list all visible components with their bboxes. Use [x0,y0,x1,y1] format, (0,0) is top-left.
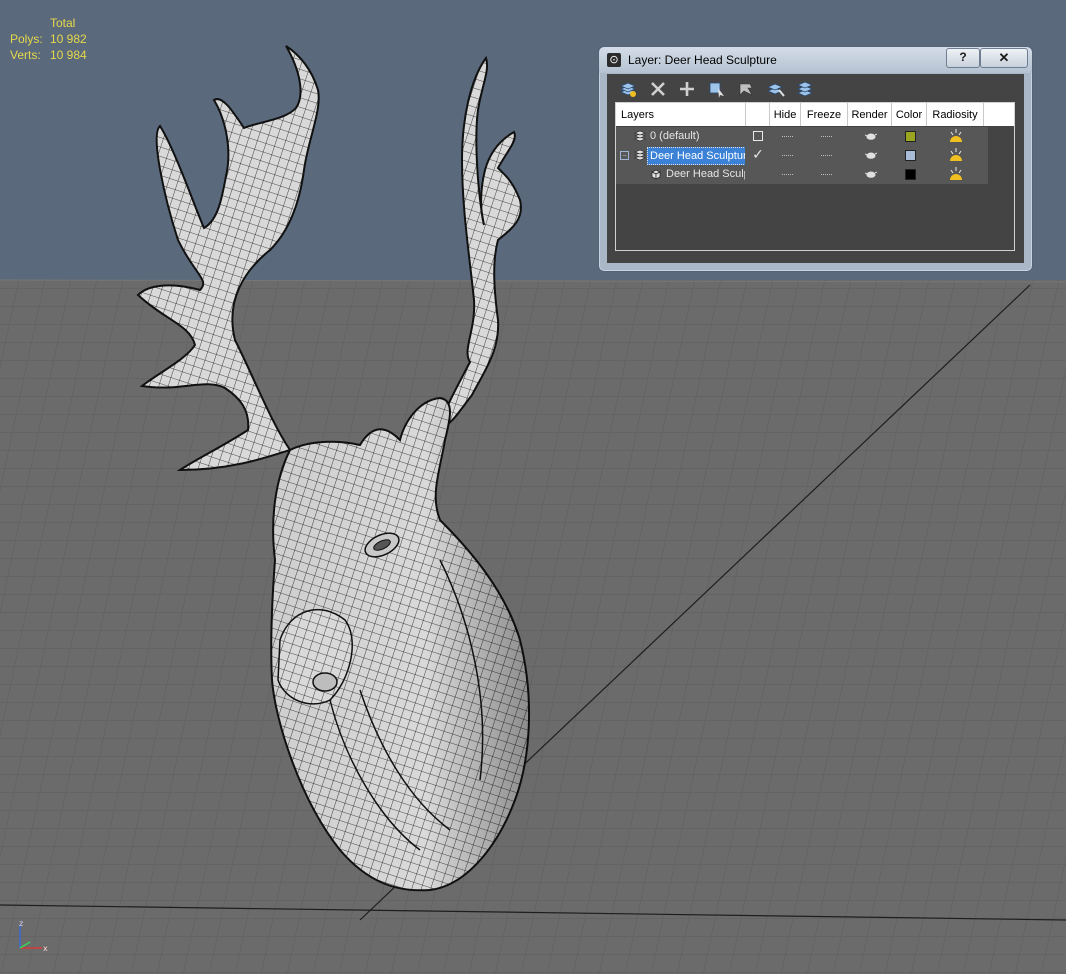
layer-list[interactable]: Layers Hide Freeze Render Color Radiosit… [615,102,1015,251]
column-radiosity[interactable]: Radiosity [927,103,984,126]
column-render[interactable]: Render [848,103,892,126]
layer-dialog[interactable]: ⊙ Layer: Deer Head Sculpture ? ✕ Layers … [598,46,1033,272]
column-color[interactable]: Color [892,103,927,126]
current-layer-check: ✓ [752,147,764,163]
sun-icon [950,148,962,161]
axis-tripod-icon: z x [19,919,48,953]
layer-toolbar [617,78,824,100]
layer-list-header: Layers Hide Freeze Render Color Radiosit… [616,103,1014,126]
dialog-body: Layers Hide Freeze Render Color Radiosit… [607,74,1024,263]
render-toggle[interactable] [849,127,893,146]
app-logo-icon: ⊙ [607,53,621,67]
sun-icon [950,129,962,142]
column-current[interactable] [746,103,770,126]
freeze-toggle[interactable] [802,146,849,165]
axis-z-label: z [19,919,23,928]
column-filler [984,103,1014,126]
freeze-all-icon[interactable] [765,78,787,100]
layer-name[interactable]: 0 (default) [650,127,700,145]
layer-row[interactable]: − Deer Head Sculptur ✓ [616,146,988,165]
teapot-icon [865,171,877,178]
close-button[interactable]: ✕ [980,48,1028,68]
polys-value: 10 982 [50,32,87,46]
freeze-toggle[interactable] [802,165,849,184]
hide-toggle[interactable] [771,146,802,165]
radiosity-toggle[interactable] [928,127,985,146]
color-swatch-2 [905,169,916,180]
verts-label: Verts: [10,48,41,62]
teapot-icon [865,152,877,159]
color-swatch-0 [905,131,916,142]
current-layer-toggle[interactable] [746,165,770,184]
layer-checkbox-icon [753,131,763,141]
help-button[interactable]: ? [946,48,980,68]
layer-color-swatch[interactable] [893,146,928,165]
dialog-titlebar[interactable]: ⊙ Layer: Deer Head Sculpture ? ✕ [599,47,1032,73]
layer-color-swatch[interactable] [893,165,928,184]
verts-value: 10 984 [50,48,87,62]
add-to-layer-icon[interactable] [676,78,698,100]
layer-name[interactable]: Deer Head Sculptur [647,147,745,165]
current-layer-toggle[interactable]: ✓ [746,146,770,165]
radiosity-toggle[interactable] [928,165,985,184]
layer-name[interactable]: Deer Head Sculp [666,165,745,183]
render-all-icon[interactable] [794,78,816,100]
layer-row[interactable]: 0 (default) [616,127,988,146]
dialog-title: Layer: Deer Head Sculpture [628,53,777,67]
color-swatch-1 [905,150,916,161]
hide-toggle[interactable] [771,127,802,146]
object-box-icon [651,169,661,180]
stats-header: Total [50,16,76,30]
select-objects-icon[interactable] [706,78,728,100]
teapot-icon [865,133,877,140]
layer-stack-icon [634,149,646,161]
delete-layer-icon[interactable] [647,78,669,100]
new-layer-icon[interactable] [617,78,639,100]
sun-icon [950,167,962,180]
axis-x-label: x [43,944,48,953]
column-freeze[interactable]: Freeze [801,103,848,126]
hide-all-icon[interactable] [735,78,757,100]
polys-label: Polys: [10,32,43,46]
column-hide[interactable]: Hide [770,103,801,126]
freeze-toggle[interactable] [802,127,849,146]
viewport-statistics: Total Polys: 10 982 Verts: 10 984 [10,15,87,63]
radiosity-toggle[interactable] [928,146,985,165]
column-layers[interactable]: Layers [616,103,746,126]
hide-toggle[interactable] [771,165,802,184]
render-toggle[interactable] [849,165,893,184]
layer-stack-icon [634,130,646,142]
layer-color-swatch[interactable] [893,127,928,146]
current-layer-toggle[interactable] [746,127,770,146]
collapse-toggle-icon[interactable]: − [620,151,629,160]
layer-row[interactable]: Deer Head Sculp [616,165,988,184]
render-toggle[interactable] [849,146,893,165]
